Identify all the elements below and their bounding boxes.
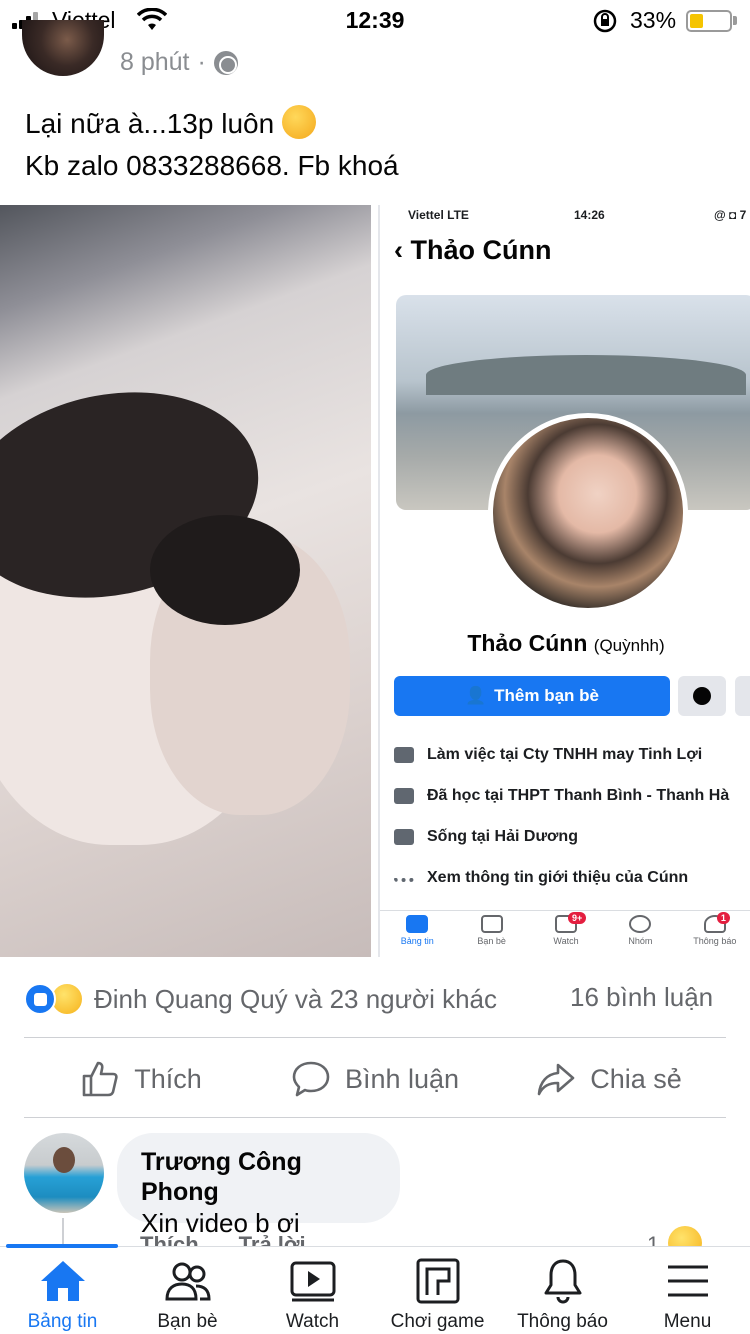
embedded-tab-groups: Nhóm [603, 911, 677, 957]
nav-home[interactable]: Bảng tin [0, 1247, 125, 1334]
thumbs-up-icon [82, 1061, 118, 1097]
embedded-tab-label: Bạn bè [477, 936, 506, 946]
embedded-name-text: Thảo Cúnn [467, 630, 588, 656]
embedded-time: 14:26 [574, 208, 605, 222]
embedded-info-list: Làm việc tại Cty TNHH may Tinh Lợi Đã họ… [394, 734, 750, 898]
info-more: Xem thông tin giới thiệu của Cúnn [394, 857, 750, 898]
bottom-nav: Bảng tin Bạn bè Watch Chơi game Thông bá… [0, 1246, 750, 1334]
share-label: Chia sẻ [590, 1063, 682, 1094]
info-more-text: Xem thông tin giới thiệu của Cúnn [427, 868, 689, 886]
embedded-tab-notifications: 1 Thông báo [678, 911, 750, 957]
menu-icon [667, 1265, 708, 1297]
like-button[interactable]: Thích [24, 1059, 258, 1099]
info-work-text: Làm việc tại Cty TNHH may Tinh Lợi [427, 745, 703, 763]
nav-gaming-label: Chơi game [390, 1311, 485, 1332]
post-text-line2: Kb zalo 0833288668. Fb khoá [25, 150, 399, 181]
nav-gaming[interactable]: Chơi game [375, 1247, 500, 1334]
nav-notifications[interactable]: Thông báo [500, 1247, 625, 1334]
post-meta: 8 phút · [120, 48, 238, 77]
battery-tip [733, 16, 737, 25]
embedded-notif-badge: 1 [716, 912, 730, 924]
post-text-line1: Lại nữa à...13p luôn [25, 108, 275, 139]
home-icon [40, 1261, 85, 1301]
active-tab-indicator [6, 1244, 118, 1248]
nav-friends-label: Bạn bè [157, 1311, 218, 1332]
comment-icon [292, 1061, 330, 1097]
nav-friends[interactable]: Bạn bè [125, 1247, 250, 1334]
comments-count[interactable]: 16 bình luận [570, 982, 713, 1013]
embedded-tab-label: Nhóm [628, 936, 653, 946]
embedded-tab-bar: Bảng tin Bạn bè 9+ Watch Nhóm 1 Thông báo [380, 910, 750, 957]
share-button[interactable]: Chia sẻ [492, 1059, 726, 1099]
embedded-more-button [735, 676, 750, 716]
comment-bubble[interactable]: Trương Công Phong Xin video b ơi [117, 1133, 400, 1238]
share-icon [537, 1063, 575, 1096]
info-location-text: Sống tại Hải Dương [427, 827, 578, 845]
divider [24, 1037, 726, 1038]
comment-label: Bình luận [344, 1063, 460, 1094]
nav-watch-label: Watch [285, 1311, 340, 1332]
meta-separator: · [197, 48, 206, 76]
divider [24, 1117, 726, 1118]
nav-watch[interactable]: Watch [250, 1247, 375, 1334]
more-dots-icon [394, 874, 414, 882]
post-author-avatar[interactable] [22, 20, 104, 76]
embedded-title-text: Thảo Cúnn [410, 235, 552, 265]
battery-icon [686, 10, 732, 32]
game-icon [416, 1258, 459, 1304]
post-time[interactable]: 8 phút [120, 48, 190, 77]
embedded-add-friend-label: Thêm bạn bè [494, 686, 600, 705]
nav-notifications-label: Thông báo [517, 1311, 608, 1332]
comment-button[interactable]: Bình luận [258, 1059, 492, 1099]
comment-author-avatar[interactable] [24, 1133, 104, 1213]
info-work: Làm việc tại Cty TNHH may Tinh Lợi [394, 734, 750, 775]
embedded-profile-picture [488, 413, 688, 613]
reactions-summary[interactable]: Đinh Quang Quý và 23 người khác [24, 982, 497, 1016]
like-label: Thích [134, 1063, 202, 1094]
back-chevron-icon: ‹ [394, 235, 403, 265]
embedded-tab-friends: Bạn bè [454, 911, 528, 957]
add-friend-icon: 👤 [464, 686, 487, 705]
embedded-tab-label: Bảng tin [400, 936, 434, 946]
embedded-carrier: Viettel LTE [408, 208, 469, 222]
globe-icon [213, 50, 238, 75]
embedded-profile-title: ‹ Thảo Cúnn [394, 235, 552, 266]
status-bar: Viettel 12:39 33% [0, 0, 750, 40]
rotation-lock-icon [593, 9, 617, 33]
embedded-tab-feed: Bảng tin [380, 911, 454, 957]
battery-percent: 33% [630, 7, 677, 33]
embedded-alt-name: (Quỳnhh) [593, 636, 665, 655]
info-education-text: Đã học tại THPT Thanh Bình - Thanh Hà [427, 786, 730, 804]
thread-line [62, 1218, 64, 1246]
home-icon [394, 828, 414, 845]
rofl-emoji-icon [281, 105, 316, 139]
messenger-icon [678, 676, 726, 716]
comment-author[interactable]: Trương Công Phong [141, 1147, 376, 1207]
post-photo-1[interactable] [0, 205, 371, 957]
embedded-status-right: @ ◘ 7 [714, 208, 747, 222]
post-text: Lại nữa à...13p luôn Kb zalo 0833288668.… [25, 103, 399, 187]
embedded-add-friend-button: 👤 Thêm bạn bè [394, 676, 670, 716]
watch-icon [290, 1261, 335, 1302]
embedded-tab-label: Watch [553, 936, 579, 946]
bell-icon [544, 1259, 581, 1304]
nav-menu-label: Menu [663, 1311, 712, 1332]
post-actions: Thích Bình luận Chia sẻ [24, 1040, 726, 1118]
post-photo-2[interactable]: Viettel LTE 14:26 @ ◘ 7 ‹ Thảo Cúnn Thảo… [378, 205, 750, 957]
embedded-tab-label: Thông báo [693, 936, 737, 946]
nav-menu[interactable]: Menu [625, 1247, 750, 1334]
briefcase-icon [394, 746, 414, 763]
info-location: Sống tại Hải Dương [394, 816, 750, 857]
reactions-text: Đinh Quang Quý và 23 người khác [94, 983, 498, 1014]
friends-icon [164, 1262, 211, 1301]
embedded-tab-watch: 9+ Watch [529, 911, 603, 957]
info-education: Đã học tại THPT Thanh Bình - Thanh Hà [394, 775, 750, 816]
embedded-profile-name: Thảo Cúnn (Quỳnhh) [380, 630, 750, 657]
like-reaction-icon [24, 983, 56, 1015]
nav-home-label: Bảng tin [27, 1311, 98, 1332]
embedded-watch-badge: 9+ [568, 912, 587, 924]
graduation-cap-icon [394, 787, 414, 804]
